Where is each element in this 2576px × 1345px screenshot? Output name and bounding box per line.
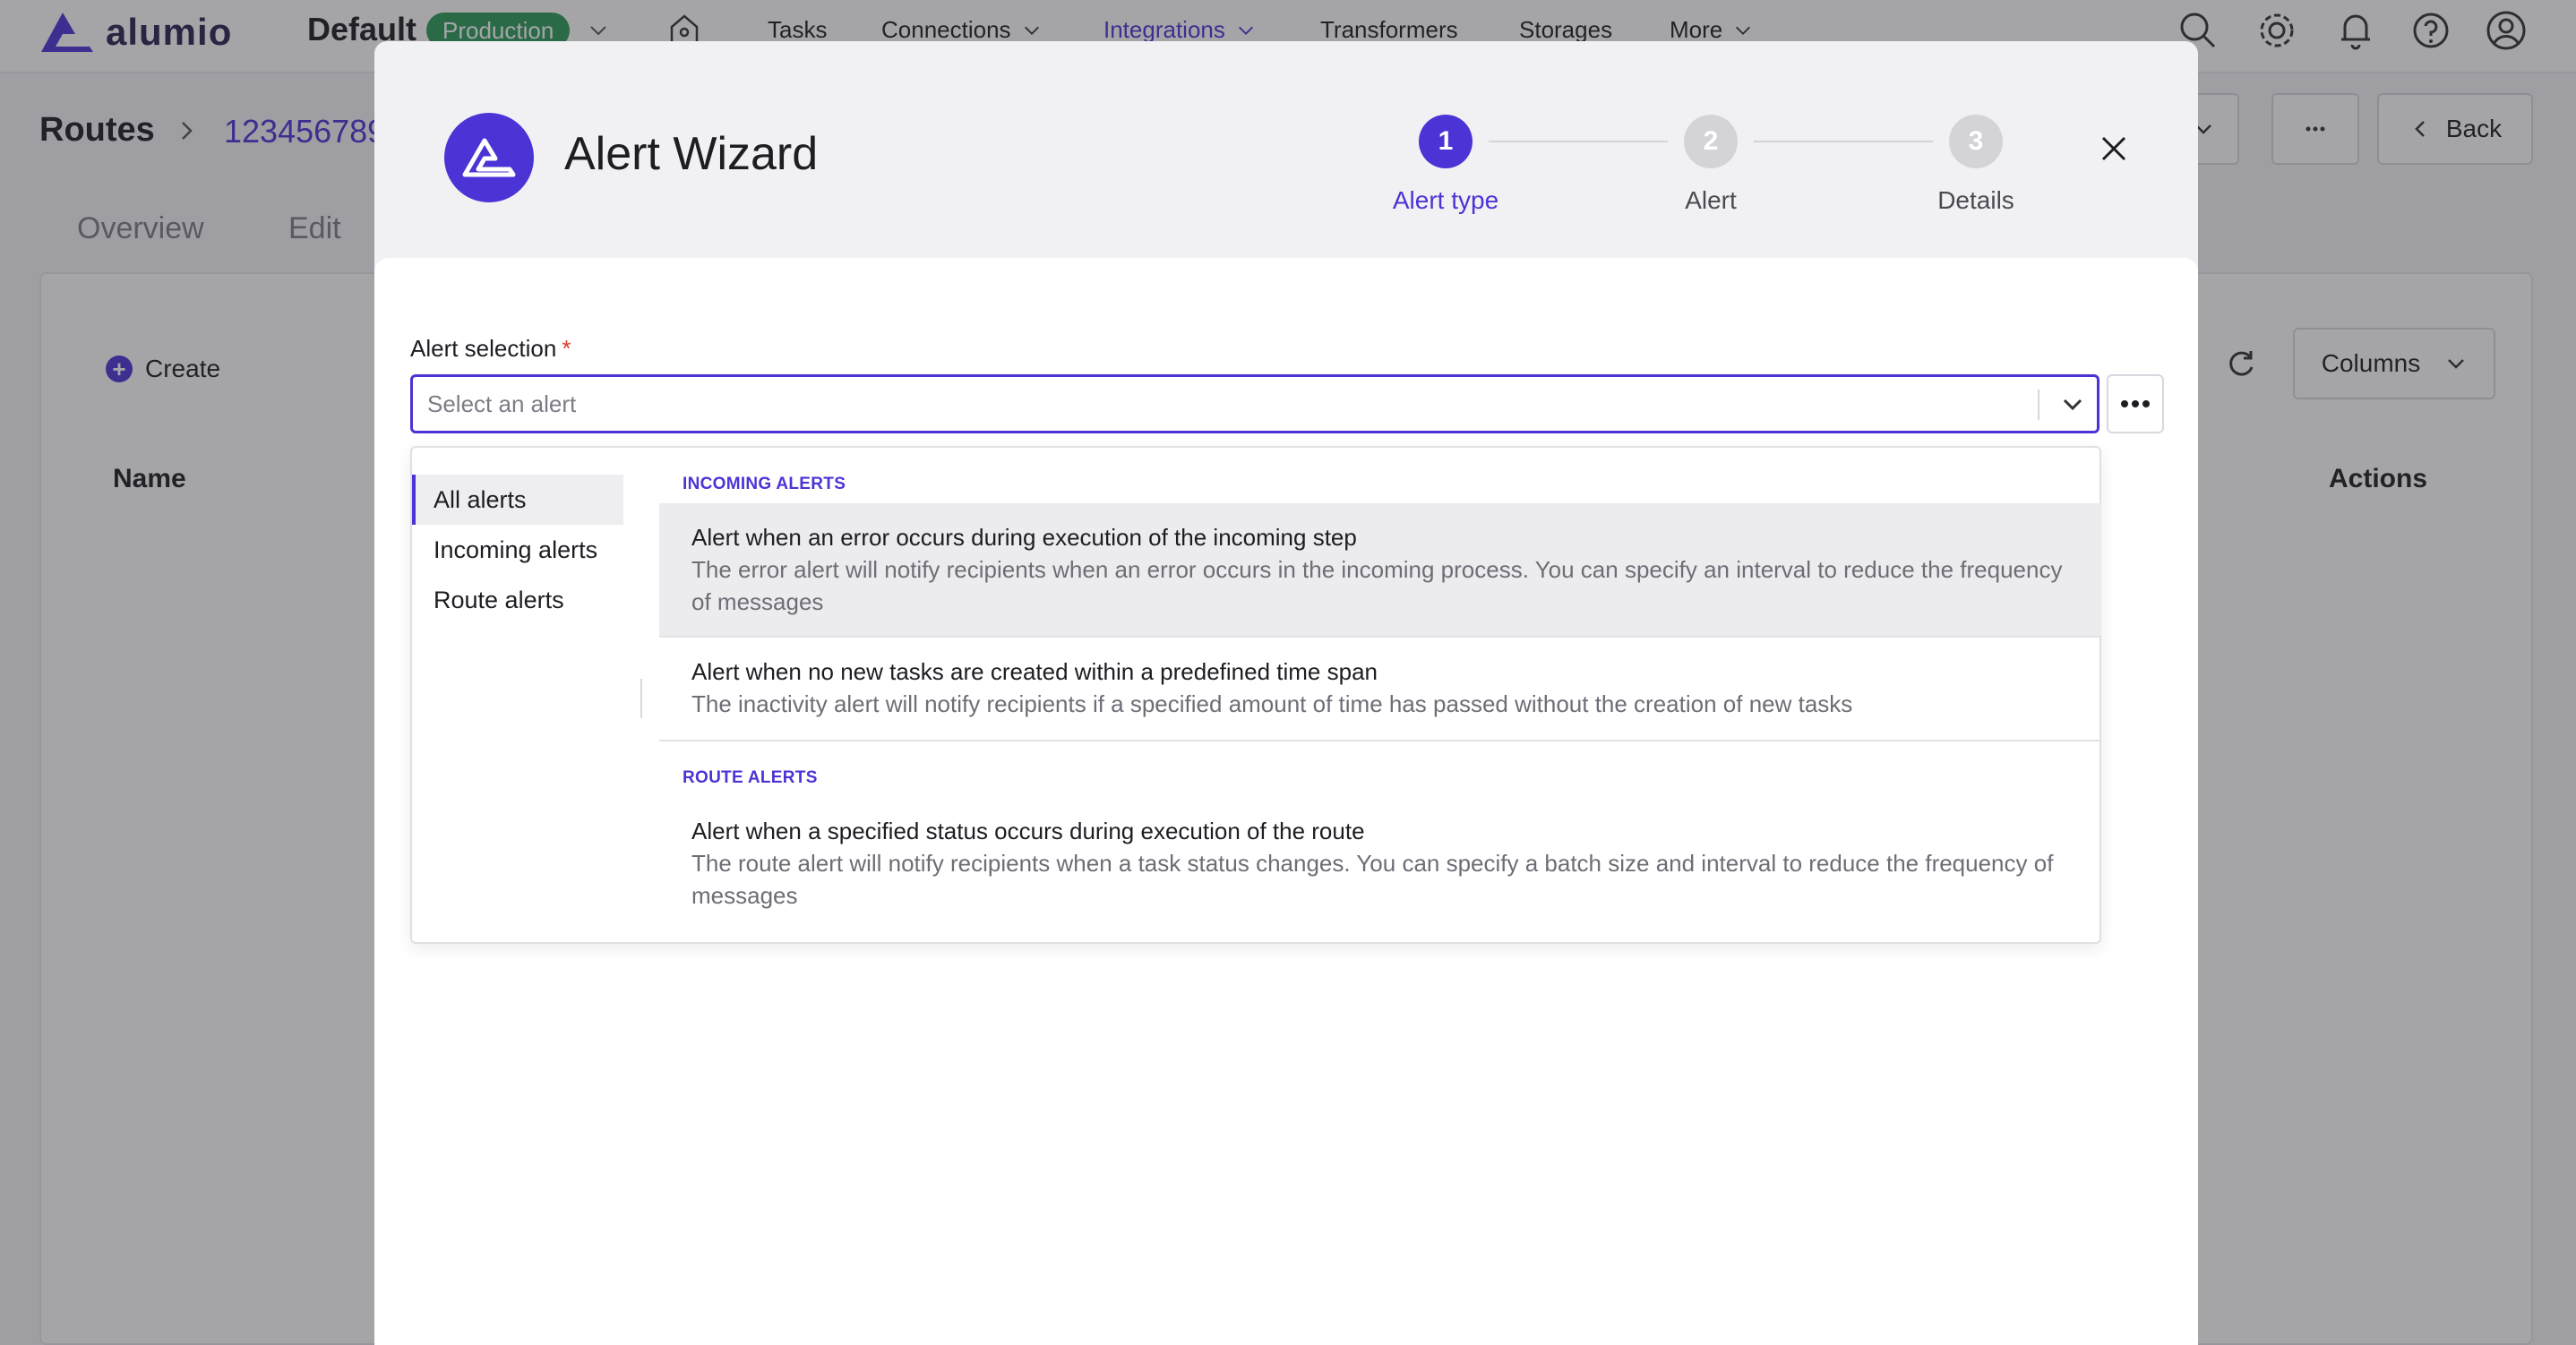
alert-select-more-button[interactable]: [2107, 374, 2164, 433]
step-connector: [1489, 141, 1668, 142]
category-route-alerts[interactable]: Route alerts: [412, 575, 623, 625]
alert-option-inactivity[interactable]: Alert when no new tasks are created with…: [659, 638, 2101, 741]
chevron-down-icon[interactable]: [2059, 391, 2086, 418]
alert-selection-label-text: Alert selection: [410, 335, 557, 362]
close-icon[interactable]: [2098, 133, 2130, 165]
group-title-route: ROUTE ALERTS: [683, 768, 818, 787]
alert-option-title: Alert when no new tasks are created with…: [691, 658, 1378, 685]
alert-option-description: The route alert will notify recipients w…: [691, 850, 2054, 909]
required-marker: *: [562, 335, 571, 362]
alert-option-description: The error alert will notify recipients w…: [691, 556, 2063, 615]
modal-title: Alert Wizard: [564, 128, 819, 180]
alert-dropdown-menu: All alerts Incoming alerts Route alerts …: [410, 446, 2101, 944]
alert-select[interactable]: [410, 374, 2099, 433]
alert-option-title: Alert when a specified status occurs dur…: [691, 818, 1365, 844]
alert-option-description: The inactivity alert will notify recipie…: [691, 690, 1853, 717]
step-1-indicator: 1: [1419, 115, 1473, 168]
group-title-incoming: INCOMING ALERTS: [683, 475, 846, 493]
alert-selection-label: Alert selection *: [410, 335, 571, 363]
alert-option-incoming-error[interactable]: Alert when an error occurs during execut…: [659, 503, 2101, 638]
step-2-indicator: 2: [1684, 115, 1738, 168]
step-3-indicator: 3: [1949, 115, 2003, 168]
modal-body: Alert selection* All alerts Incoming ale…: [374, 258, 2198, 1345]
step-connector: [1754, 141, 1933, 142]
category-scroll-indicator: [640, 679, 642, 718]
ellipsis-icon: [2121, 400, 2150, 407]
step-1-label: Alert type: [1392, 186, 1499, 214]
step-3-label: Details: [1937, 186, 2014, 214]
select-divider: [2038, 390, 2039, 420]
alert-option-route-status[interactable]: Alert when a specified status occurs dur…: [659, 797, 2101, 931]
alert-option-title: Alert when an error occurs during execut…: [691, 524, 1357, 551]
alert-select-input[interactable]: [427, 377, 1950, 431]
alert-wizard-modal: Alert Wizard 1 2 3 Alert type Alert Deta…: [374, 41, 2198, 1345]
modal-header: Alert Wizard 1 2 3 Alert type Alert Deta…: [374, 41, 2198, 258]
alumio-logo-icon: [444, 113, 534, 202]
step-2-label: Alert: [1685, 186, 1737, 214]
category-all-alerts[interactable]: All alerts: [412, 475, 623, 525]
category-incoming-alerts[interactable]: Incoming alerts: [412, 525, 623, 575]
